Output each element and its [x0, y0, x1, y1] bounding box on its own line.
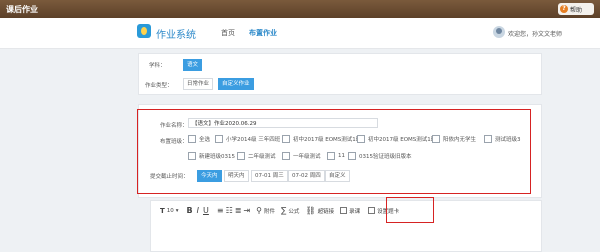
- align-icon[interactable]: ≡: [217, 206, 224, 215]
- app-header: 作业系统 首页 布置作业 欢迎您，孙文文老师: [0, 18, 600, 49]
- nav-assign-homework[interactable]: 布置作业: [249, 28, 277, 38]
- underline-icon[interactable]: U: [203, 206, 209, 215]
- deadline-tomorrow[interactable]: 明天内: [224, 170, 249, 182]
- class-option-label: 11: [338, 153, 345, 159]
- class-checkbox[interactable]: 测试班级3: [484, 135, 521, 143]
- class-option-label: 阳依内无学生: [443, 137, 477, 143]
- font-size-select[interactable]: 10: [167, 208, 174, 214]
- checkbox-icon: [188, 135, 196, 143]
- window-title: 课后作业: [6, 5, 38, 14]
- checkbox-icon: [237, 152, 245, 160]
- highlight-box-card: [386, 197, 434, 223]
- checkbox-icon: [357, 135, 365, 143]
- user-avatar[interactable]: [493, 26, 505, 38]
- class-checkbox[interactable]: 二年级测试: [237, 152, 276, 160]
- class-checkbox[interactable]: 小学2014级 三年四班: [215, 135, 280, 143]
- class-option-label: 小学2014级 三年四班: [226, 137, 281, 143]
- subject-label: 学科：: [149, 63, 166, 69]
- subject-type-panel: 学科： 语文 作业类型： 日常作业 自定义作业: [138, 53, 542, 95]
- help-label: 帮助: [570, 6, 583, 14]
- card-icon[interactable]: [368, 207, 376, 214]
- bold-icon[interactable]: B: [187, 206, 193, 215]
- homework-type-label: 作业类型：: [145, 83, 173, 89]
- link-icon[interactable]: ⛓: [305, 206, 315, 215]
- class-option-label: 初中2017级 EOMS测试1班: [293, 137, 362, 143]
- class-checkbox-select-all[interactable]: 全选: [188, 135, 210, 143]
- app-logo-icon: [137, 24, 151, 38]
- class-checkbox[interactable]: 初中2017级 EOMS测试1班: [282, 135, 361, 143]
- homework-type-daily[interactable]: 日常作业: [183, 78, 214, 90]
- class-checkbox[interactable]: 新建班级0315: [188, 152, 235, 160]
- welcome-text: 欢迎您，孙文文老师: [508, 31, 563, 38]
- help-button[interactable]: ? 帮助: [558, 3, 594, 15]
- class-option-label: 测试班级3: [495, 137, 521, 143]
- deadline-0702[interactable]: 07-02 周四: [288, 170, 325, 182]
- align-left-icon[interactable]: ≣: [235, 206, 242, 215]
- record-icon[interactable]: [340, 207, 348, 214]
- checkbox-icon: [432, 135, 440, 143]
- class-checkbox[interactable]: 初中2017级 EOMS测试1班: [357, 135, 436, 143]
- checkbox-icon: [188, 152, 196, 160]
- deadline-today[interactable]: 今天内: [197, 170, 222, 182]
- list-icon[interactable]: ☷: [226, 206, 233, 215]
- class-option-label: 0315验证班级旧版本: [359, 154, 412, 160]
- deadline-0701[interactable]: 07-01 周三: [251, 170, 288, 182]
- checkbox-icon: [215, 135, 223, 143]
- font-icon[interactable]: T: [160, 207, 165, 215]
- italic-icon[interactable]: I: [197, 206, 199, 215]
- record-button[interactable]: 录课: [349, 207, 360, 215]
- attachment-button[interactable]: 附件: [264, 207, 275, 215]
- deadline-custom[interactable]: 自定义: [325, 170, 350, 182]
- deadline-label: 提交截止时间：: [150, 174, 189, 180]
- checkbox-icon: [484, 135, 492, 143]
- checkbox-icon: [282, 135, 290, 143]
- formula-icon[interactable]: ∑: [281, 206, 286, 215]
- class-checkbox[interactable]: 阳依内无学生: [432, 135, 476, 143]
- indent-icon[interactable]: ⇥: [243, 206, 250, 215]
- homework-name-label: 作业名称：: [160, 123, 188, 129]
- class-option-label: 全选: [199, 137, 211, 143]
- checkbox-icon: [282, 152, 290, 160]
- checkbox-icon: [327, 152, 335, 160]
- chevron-down-icon[interactable]: ▾: [176, 208, 179, 214]
- class-checkbox[interactable]: 0315验证班级旧版本: [348, 152, 412, 160]
- class-checkbox[interactable]: 11: [327, 152, 345, 160]
- app-name: 作业系统: [156, 30, 196, 41]
- homework-name-input[interactable]: 【语文】作业2020.06.29: [188, 118, 378, 128]
- subject-chip[interactable]: 语文: [183, 59, 203, 71]
- attachment-icon[interactable]: ⚲: [256, 206, 262, 215]
- class-option-label: 初中2017级 EOMS测试1班: [368, 137, 437, 143]
- class-option-label: 新建班级0315: [199, 154, 235, 160]
- link-button[interactable]: 超链接: [318, 207, 335, 215]
- editor-toolbar: T 10 ▾ B I U ≡ ☷ ≣ ⇥ ⚲ 附件 ∑ 公式 ⛓ 超链接 录课 …: [160, 206, 399, 215]
- help-icon: ?: [560, 5, 568, 13]
- class-label: 布置班级：: [160, 139, 188, 145]
- checkbox-icon: [348, 152, 356, 160]
- homework-type-custom[interactable]: 自定义作业: [218, 78, 254, 90]
- formula-button[interactable]: 公式: [288, 207, 299, 215]
- class-option-label: 一年级测试: [293, 154, 321, 160]
- window-titlebar: 课后作业 ? 帮助: [0, 0, 600, 18]
- class-option-label: 二年级测试: [248, 154, 276, 160]
- class-checkbox[interactable]: 一年级测试: [282, 152, 321, 160]
- nav-home[interactable]: 首页: [221, 28, 235, 38]
